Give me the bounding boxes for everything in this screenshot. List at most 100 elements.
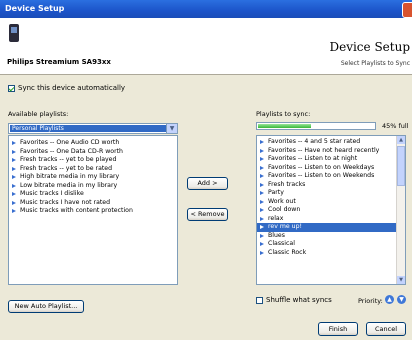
playlist-icon — [260, 157, 264, 162]
available-playlists-label: Available playlists: — [8, 110, 69, 118]
playlist-icon — [12, 175, 16, 180]
list-item[interactable]: High bitrate media in my library — [9, 173, 177, 182]
list-item-label: Party — [268, 189, 284, 196]
scroll-up-icon[interactable]: ▲ — [397, 136, 405, 144]
finish-button[interactable]: Finish — [318, 322, 358, 336]
priority-label: Priority: — [358, 297, 383, 305]
list-item[interactable]: Favorites -- 4 and 5 star rated — [257, 138, 397, 147]
list-item-label: Music tracks I dislike — [20, 190, 84, 197]
list-item-label: Blues — [268, 231, 285, 239]
list-item[interactable]: Fresh tracks — [257, 181, 397, 190]
header-panel: Philips Streamium SA93xx Device Setup Se… — [0, 18, 412, 75]
list-item[interactable]: Favorites -- Listen to at night — [257, 155, 397, 164]
shuffle-label: Shuffle what syncs — [266, 296, 332, 304]
dropdown-value: Personal Playlists — [10, 125, 166, 132]
playlist-icon — [12, 183, 16, 188]
list-item[interactable]: Classic Rock — [257, 249, 397, 258]
list-item-label: Classic Rock — [268, 248, 307, 256]
list-item-label: Favorites -- Listen to on Weekends — [268, 172, 375, 179]
list-item[interactable]: Music tracks with content protection — [9, 207, 177, 216]
playlist-type-dropdown[interactable]: Personal Playlists ▼ — [8, 123, 178, 134]
list-item[interactable]: Party — [257, 189, 397, 198]
sync-auto-checkbox[interactable]: Sync this device automatically — [8, 84, 125, 92]
close-button[interactable] — [402, 2, 412, 18]
list-item[interactable]: relax — [257, 215, 397, 224]
list-item-label: rev me up! — [268, 223, 302, 230]
page-subtitle: Select Playlists to Sync — [340, 60, 410, 67]
title-bar: Device Setup — [0, 0, 412, 18]
list-item[interactable]: Favorites -- One Data CD-R worth — [9, 148, 177, 157]
playlist-icon — [12, 158, 16, 163]
new-auto-playlist-button[interactable]: New Auto Playlist... — [8, 300, 84, 313]
list-item[interactable]: Classical — [257, 240, 397, 249]
capacity-fill — [258, 124, 312, 128]
priority-down-icon[interactable]: ▼ — [397, 295, 406, 304]
playlist-icon — [12, 166, 16, 171]
playlist-icon — [260, 208, 264, 213]
playlist-icon — [260, 148, 264, 153]
list-item[interactable]: rev me up! — [257, 223, 397, 232]
playlist-icon — [260, 165, 264, 170]
list-item[interactable]: Work out — [257, 198, 397, 207]
remove-button[interactable]: < Remove — [187, 208, 228, 221]
chevron-down-icon[interactable]: ▼ — [166, 124, 177, 133]
list-item[interactable]: Fresh tracks -- yet to be rated — [9, 165, 177, 174]
playlist-icon — [260, 191, 264, 196]
list-item-label: Work out — [268, 197, 296, 205]
sync-auto-label: Sync this device automatically — [18, 84, 126, 92]
list-item[interactable]: Cool down — [257, 206, 397, 215]
list-item-label: Music tracks with content protection — [20, 207, 133, 214]
device-icon — [9, 24, 19, 42]
capacity-bar — [256, 122, 376, 130]
cancel-button[interactable]: Cancel — [366, 322, 406, 336]
shuffle-checkbox[interactable]: Shuffle what syncs — [256, 296, 332, 304]
playlists-to-sync-label: Playlists to sync: — [256, 110, 311, 118]
add-button[interactable]: Add > — [187, 177, 228, 190]
scroll-down-icon[interactable]: ▼ — [397, 276, 405, 284]
list-item-label: Fresh tracks — [268, 180, 306, 188]
list-item-label: Music tracks I have not rated — [20, 198, 111, 206]
scroll-thumb[interactable] — [397, 146, 405, 186]
playlist-icon — [260, 182, 264, 187]
priority-up-icon[interactable]: ▲ — [385, 295, 394, 304]
list-item[interactable]: Favorites -- One Audio CD worth — [9, 139, 177, 148]
list-item-label: Favorites -- Listen to at night — [268, 155, 358, 162]
list-item-label: relax — [268, 214, 284, 222]
playlist-icon — [12, 200, 16, 205]
list-item-label: Favorites -- One Data CD-R worth — [20, 147, 123, 155]
list-item-label: Favorites -- 4 and 5 star rated — [268, 138, 361, 145]
list-item[interactable]: Music tracks I have not rated — [9, 199, 177, 208]
list-item[interactable]: Music tracks I dislike — [9, 190, 177, 199]
window-title: Device Setup — [5, 4, 65, 13]
list-item[interactable]: Favorites -- Listen to on Weekdays — [257, 164, 397, 173]
sync-playlists-list[interactable]: Favorites -- 4 and 5 star rated Favorites… — [256, 135, 406, 285]
playlist-icon — [260, 199, 264, 204]
playlist-icon — [12, 192, 16, 197]
list-item[interactable]: Favorites -- Listen to on Weekends — [257, 172, 397, 181]
shuffle-box[interactable] — [256, 296, 263, 304]
playlist-icon — [12, 141, 16, 146]
device-name: Philips Streamium SA93xx — [7, 58, 111, 66]
playlist-icon — [260, 242, 264, 247]
playlist-icon — [260, 233, 264, 238]
playlist-icon — [260, 225, 264, 230]
list-item-label: Favorites -- Listen to on Weekdays — [268, 163, 375, 171]
playlist-icon — [260, 174, 264, 179]
capacity-text: 45% full — [382, 122, 409, 130]
checkbox-box[interactable] — [8, 84, 15, 92]
list-item-label: High bitrate media in my library — [20, 173, 120, 180]
playlist-icon — [12, 209, 16, 214]
playlist-icon — [12, 149, 16, 154]
list-item[interactable]: Favorites -- Have not heard recently — [257, 147, 397, 156]
list-item-label: Favorites -- One Audio CD worth — [20, 139, 120, 146]
list-item-label: Fresh tracks -- yet to be rated — [20, 164, 113, 172]
page-title: Device Setup — [329, 40, 410, 54]
list-item[interactable]: Fresh tracks -- yet to be played — [9, 156, 177, 165]
playlist-icon — [260, 140, 264, 145]
available-playlists-list[interactable]: Favorites -- One Audio CD worth Favorites… — [8, 135, 178, 285]
list-item-label: Favorites -- Have not heard recently — [268, 146, 380, 154]
list-item[interactable]: Low bitrate media in my library — [9, 182, 177, 191]
list-item[interactable]: Blues — [257, 232, 397, 241]
sync-list-scrollbar[interactable]: ▲ ▼ — [396, 136, 405, 284]
list-item-label: Classical — [268, 240, 295, 247]
